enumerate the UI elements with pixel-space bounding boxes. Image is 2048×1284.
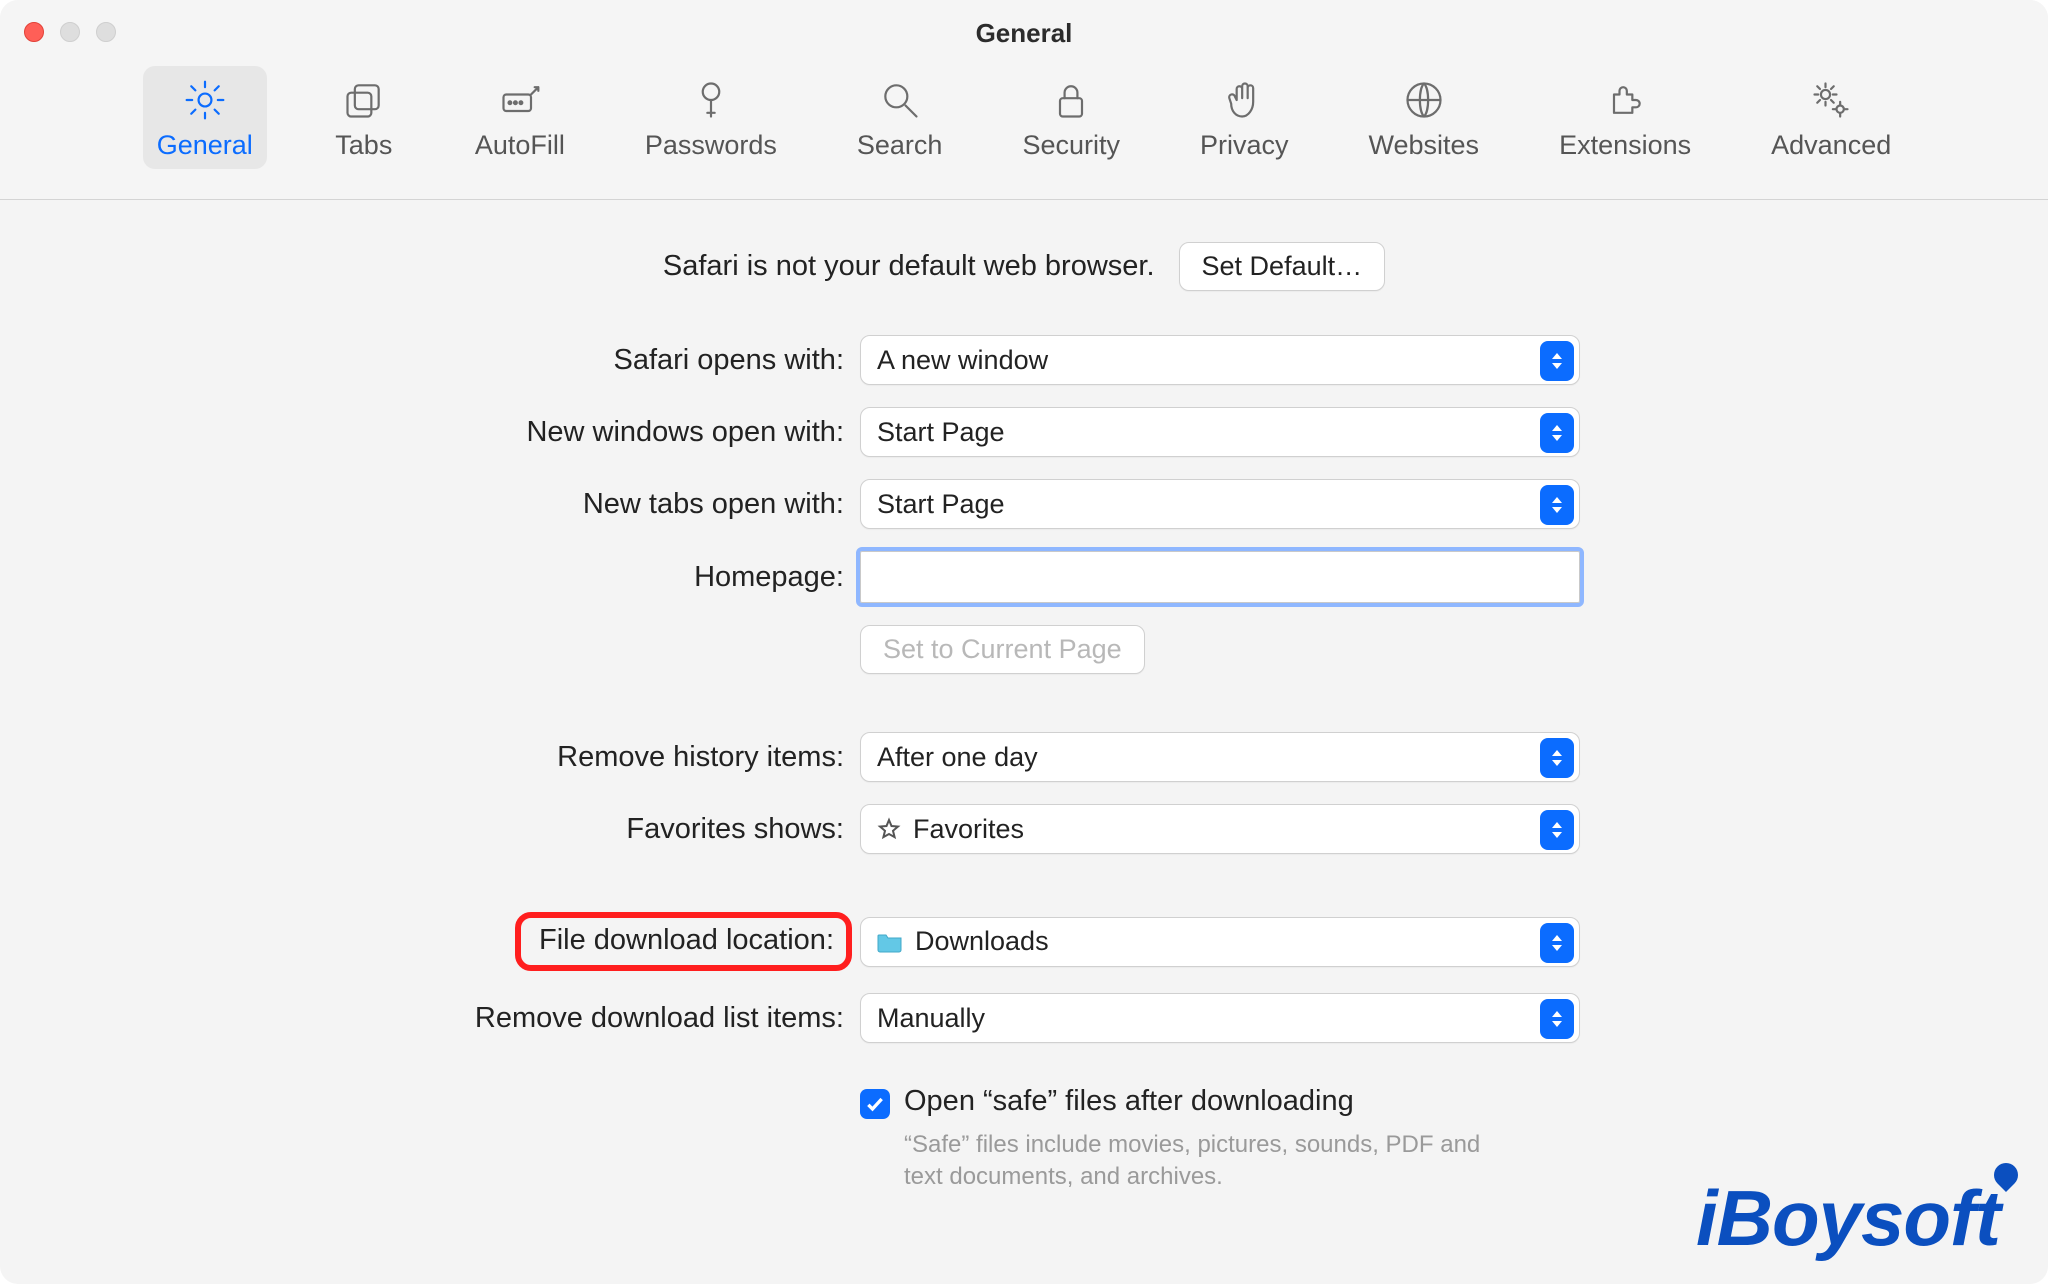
titlebar: General General Tabs AutoFill — [0, 0, 2048, 200]
toolbar-security[interactable]: Security — [1008, 66, 1134, 169]
toolbar-label: Passwords — [645, 130, 777, 161]
set-current-page-button[interactable]: Set to Current Page — [860, 625, 1145, 674]
toolbar-general[interactable]: General — [143, 66, 267, 169]
popup-value: Manually — [877, 1003, 985, 1034]
lock-icon — [1047, 76, 1095, 124]
toolbar-label: Search — [857, 130, 943, 161]
popup-value: A new window — [877, 345, 1048, 376]
history-remove-label: Remove history items: — [0, 741, 860, 774]
star-icon — [877, 817, 901, 841]
default-browser-message: Safari is not your default web browser. — [663, 250, 1155, 283]
toolbar-websites[interactable]: Websites — [1355, 66, 1494, 169]
gears-icon — [1807, 76, 1855, 124]
hand-icon — [1220, 76, 1268, 124]
homepage-input[interactable] — [860, 551, 1580, 603]
popup-value: Favorites — [913, 814, 1024, 845]
open-safe-checkbox[interactable] — [860, 1089, 890, 1119]
popup-value: After one day — [877, 742, 1038, 773]
toolbar-label: Privacy — [1200, 130, 1289, 161]
toolbar-privacy[interactable]: Privacy — [1186, 66, 1303, 169]
new-tabs-popup[interactable]: Start Page — [860, 479, 1580, 529]
globe-icon — [1400, 76, 1448, 124]
preferences-window: General General Tabs AutoFill — [0, 0, 2048, 1284]
toolbar-advanced[interactable]: Advanced — [1757, 66, 1905, 169]
puzzle-icon — [1601, 76, 1649, 124]
key-icon — [687, 76, 735, 124]
new-windows-popup[interactable]: Start Page — [860, 407, 1580, 457]
history-remove-popup[interactable]: After one day — [860, 732, 1580, 782]
toolbar-label: Tabs — [335, 130, 392, 161]
autofill-icon — [496, 76, 544, 124]
watermark: iBoysoft — [1696, 1163, 2018, 1264]
set-default-button[interactable]: Set Default… — [1179, 242, 1386, 291]
download-location-label: File download location: — [539, 924, 834, 956]
chevron-updown-icon — [1540, 485, 1574, 525]
chevron-updown-icon — [1540, 341, 1574, 381]
popup-value: Start Page — [877, 489, 1005, 520]
chevron-updown-icon — [1540, 810, 1574, 850]
toolbar-label: General — [157, 130, 253, 161]
chevron-updown-icon — [1540, 413, 1574, 453]
open-safe-help: “Safe” files include movies, pictures, s… — [904, 1129, 1524, 1194]
download-location-popup[interactable]: Downloads — [860, 917, 1580, 967]
toolbar-label: Websites — [1369, 130, 1480, 161]
toolbar-tabs[interactable]: Tabs — [319, 66, 409, 169]
chevron-updown-icon — [1540, 999, 1574, 1039]
chevron-updown-icon — [1540, 923, 1574, 963]
window-title: General — [0, 18, 2048, 49]
content: Safari is not your default web browser. … — [0, 200, 2048, 1194]
toolbar-autofill[interactable]: AutoFill — [461, 66, 579, 169]
search-icon — [876, 76, 924, 124]
opens-with-label: Safari opens with: — [0, 344, 860, 377]
toolbar-label: Advanced — [1771, 130, 1891, 161]
pref-toolbar: General Tabs AutoFill Passwords — [0, 66, 2048, 169]
tabs-icon — [340, 76, 388, 124]
homepage-label: Homepage: — [0, 561, 860, 594]
new-tabs-label: New tabs open with: — [0, 488, 860, 521]
toolbar-passwords[interactable]: Passwords — [631, 66, 791, 169]
folder-icon — [877, 931, 903, 953]
gear-icon — [181, 76, 229, 124]
favorites-popup[interactable]: Favorites — [860, 804, 1580, 854]
toolbar-extensions[interactable]: Extensions — [1545, 66, 1705, 169]
favorites-label: Favorites shows: — [0, 813, 860, 846]
download-list-popup[interactable]: Manually — [860, 993, 1580, 1043]
download-list-label: Remove download list items: — [0, 1002, 860, 1035]
popup-value: Start Page — [877, 417, 1005, 448]
highlight-box: File download location: — [515, 912, 852, 971]
opens-with-popup[interactable]: A new window — [860, 335, 1580, 385]
toolbar-label: AutoFill — [475, 130, 565, 161]
new-windows-label: New windows open with: — [0, 416, 860, 449]
toolbar-label: Security — [1022, 130, 1120, 161]
popup-value: Downloads — [915, 926, 1049, 957]
chevron-updown-icon — [1540, 738, 1574, 778]
toolbar-search[interactable]: Search — [843, 66, 957, 169]
open-safe-label: Open “safe” files after downloading — [904, 1085, 1354, 1118]
toolbar-label: Extensions — [1559, 130, 1691, 161]
